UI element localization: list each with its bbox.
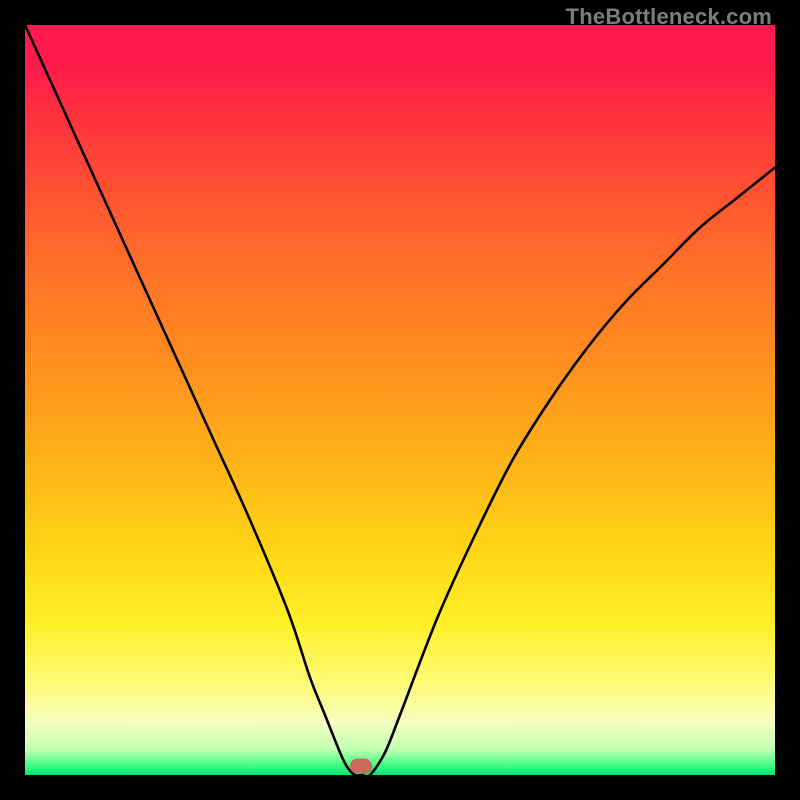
optimum-marker — [350, 759, 372, 774]
bottleneck-curve — [25, 25, 775, 775]
chart-frame: TheBottleneck.com — [0, 0, 800, 800]
plot-area — [25, 25, 775, 775]
